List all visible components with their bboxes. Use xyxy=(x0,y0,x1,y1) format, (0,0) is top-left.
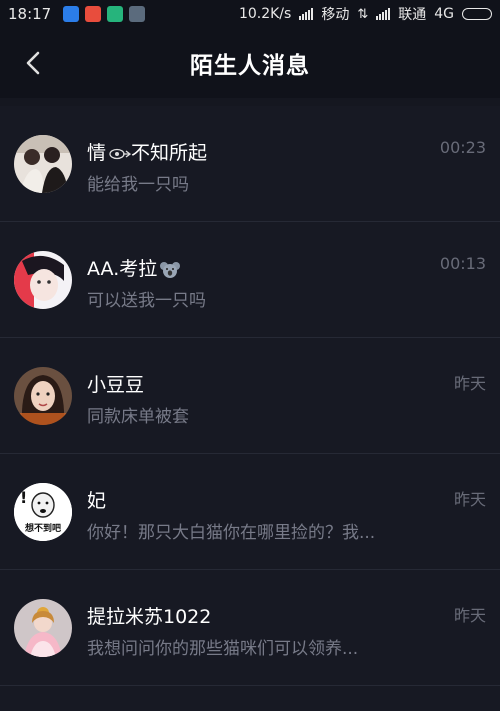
avatar[interactable] xyxy=(14,599,72,657)
avatar-caption: 想不到吧 xyxy=(24,524,61,534)
page-title: 陌生人消息 xyxy=(190,53,310,79)
network-speed: 10.2K/s xyxy=(238,6,292,22)
contact-name: 妃 xyxy=(87,490,107,512)
avatar[interactable]: ! 想不到吧 xyxy=(14,483,72,541)
message-preview: 同款床单被套 xyxy=(87,407,189,427)
avatar[interactable] xyxy=(14,135,72,193)
nav-bar: 陌生人消息 xyxy=(0,28,500,98)
message-time: 00:13 xyxy=(439,254,486,273)
conversation-list: 情不知所起 能给我一只吗 00:23 AA.考拉 可以送我一只吗 00:13 小… xyxy=(0,106,500,686)
mail-icon xyxy=(85,6,102,22)
message-preview: 能给我一只吗 xyxy=(87,175,189,195)
avatar[interactable] xyxy=(14,251,72,309)
status-time: 18:17 xyxy=(8,5,52,23)
message-preview: 你好！那只大白猫你在哪里捡的？我... xyxy=(87,523,376,543)
conversation-row[interactable]: AA.考拉 可以送我一只吗 00:13 xyxy=(0,222,500,338)
carrier-label: 移动 xyxy=(321,7,350,23)
svg-text:!: ! xyxy=(20,488,27,507)
data-transfer-icon: ⇅ xyxy=(357,6,369,22)
signal-icon xyxy=(376,8,391,20)
avatar[interactable] xyxy=(14,367,72,425)
notification-icon xyxy=(63,6,80,22)
battery-icon xyxy=(462,8,492,20)
chevron-left-icon xyxy=(26,51,40,75)
message-time: 昨天 xyxy=(453,490,486,509)
carrier-label: 联通 xyxy=(398,7,427,23)
back-button[interactable] xyxy=(14,43,54,83)
message-time: 昨天 xyxy=(453,374,486,393)
contact-name: 小豆豆 xyxy=(87,374,145,396)
contact-name: AA.考拉 xyxy=(87,254,181,281)
contact-name: 情不知所起 xyxy=(87,142,208,164)
conversation-row[interactable]: 小豆豆 同款床单被套 昨天 xyxy=(0,338,500,454)
message-time: 00:23 xyxy=(439,138,486,157)
conversation-row[interactable]: 提拉米苏1022 我想问问你的那些猫咪们可以领养... 昨天 xyxy=(0,570,500,686)
divider xyxy=(0,98,500,106)
message-preview: 可以送我一只吗 xyxy=(87,291,206,311)
koala-emoji-icon xyxy=(160,261,181,278)
status-bar: 18:17 10.2K/s 移动 ⇅ 联通 4G xyxy=(0,0,500,28)
contact-name: 提拉米苏1022 xyxy=(87,606,212,628)
conversation-row[interactable]: 情不知所起 能给我一只吗 00:23 xyxy=(0,106,500,222)
message-time: 昨天 xyxy=(453,606,486,625)
eye-pointing-emoji-icon xyxy=(109,148,132,159)
network-type: 4G xyxy=(434,6,454,22)
message-preview: 我想问问你的那些猫咪们可以领养... xyxy=(87,639,359,659)
app-icon xyxy=(107,6,124,22)
app-icon xyxy=(129,6,146,22)
signal-icon xyxy=(299,8,314,20)
conversation-row[interactable]: ! 想不到吧 妃 你好！那只大白猫你在哪里捡的？我... 昨天 xyxy=(0,454,500,570)
